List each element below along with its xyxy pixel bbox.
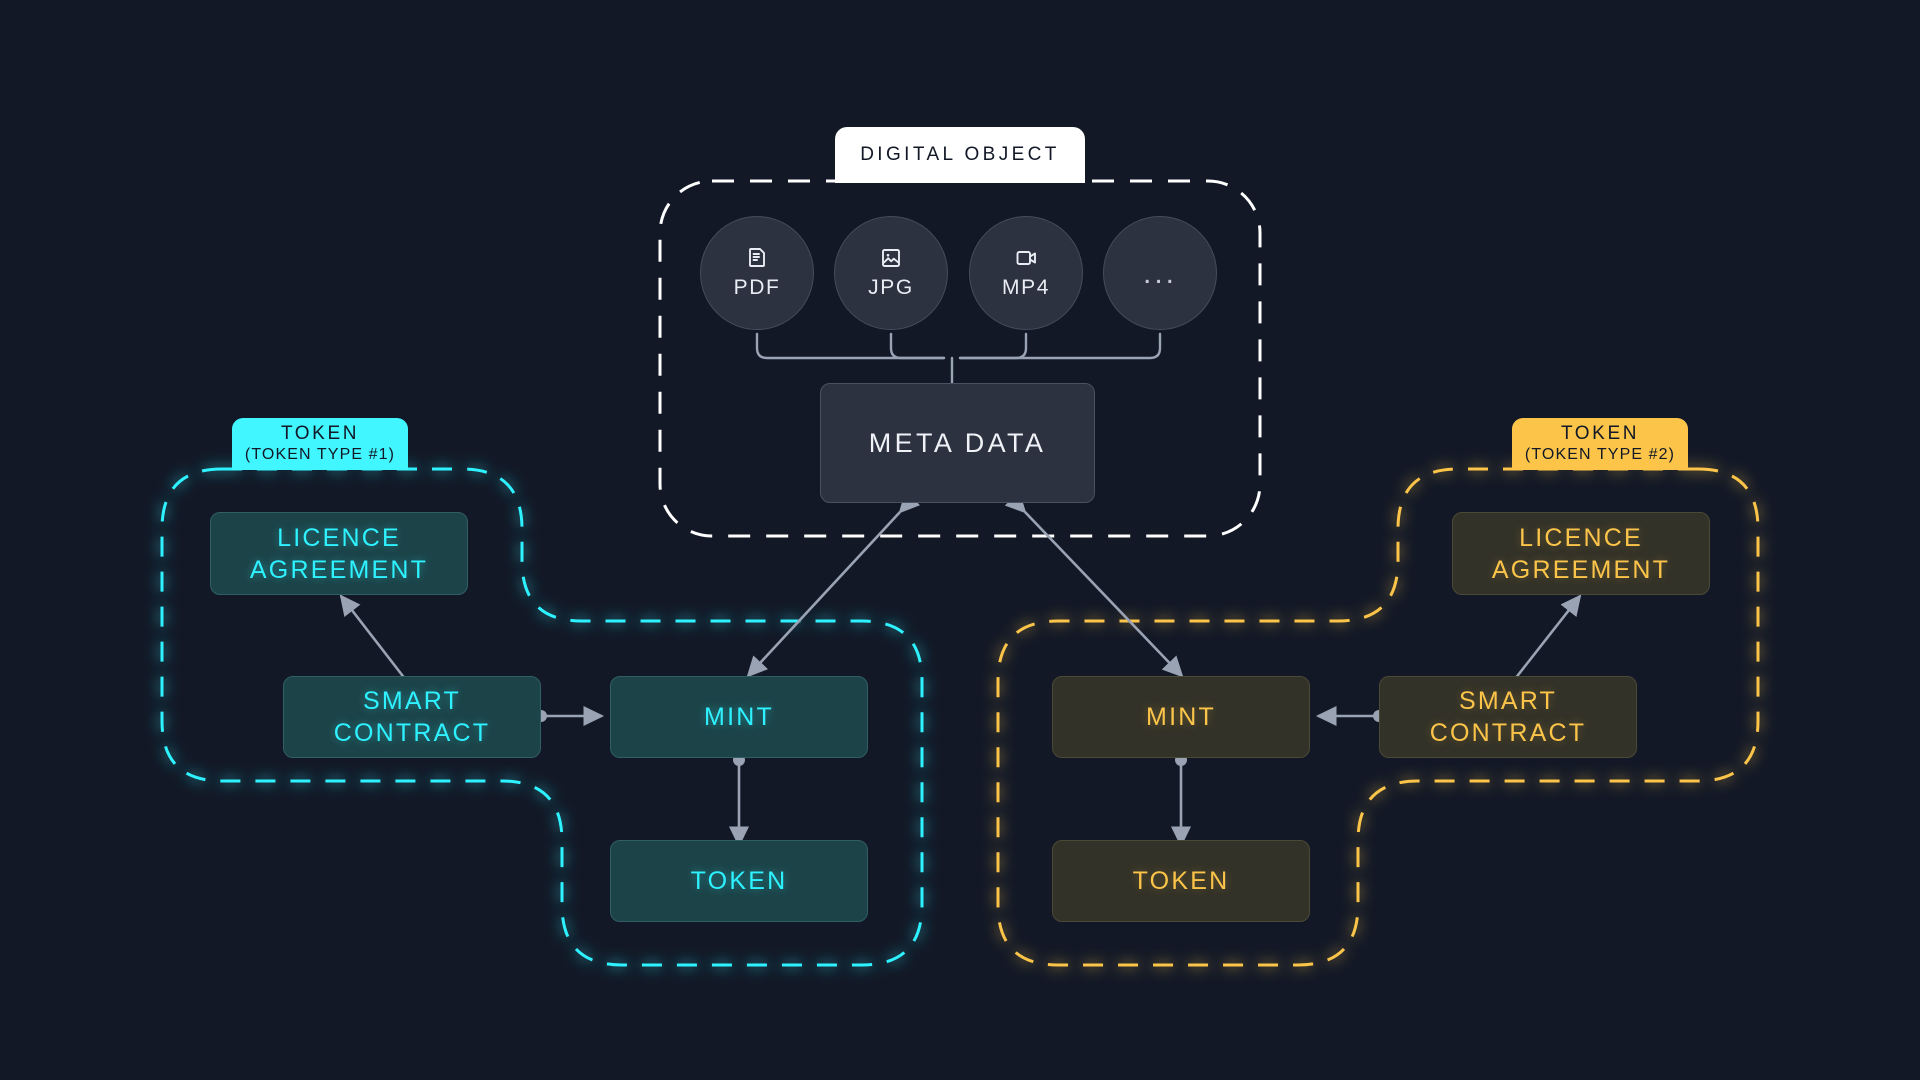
format-label-mp4: MP4 [1002, 276, 1050, 299]
video-icon [1014, 246, 1039, 270]
token-type-2-badge-subtitle: (TOKEN TYPE #2) [1524, 445, 1676, 463]
mint-node-2[interactable]: MINT [1052, 676, 1310, 758]
digital-object-badge-label: DIGITAL OBJECT [860, 144, 1060, 165]
licence-agreement-node-2[interactable]: LICENCE AGREEMENT [1452, 512, 1710, 595]
meta-data-node[interactable]: META DATA [820, 383, 1095, 503]
smart-contract-label-line1: SMART [1458, 687, 1558, 715]
licence-agreement-node-1[interactable]: LICENCE AGREEMENT [210, 512, 468, 595]
smart-contract-node-2[interactable]: SMART CONTRACT [1379, 676, 1637, 758]
token-label: TOKEN [1132, 867, 1230, 895]
format-circle-more[interactable]: ... [1103, 216, 1217, 330]
token-node-2[interactable]: TOKEN [1052, 840, 1310, 922]
token-type-1-badge-subtitle: (TOKEN TYPE #1) [244, 445, 396, 463]
mint-node-1[interactable]: MINT [610, 676, 868, 758]
arrow-metadata-mint-1 [746, 491, 921, 678]
format-label-pdf: PDF [733, 276, 781, 299]
format-circle-pdf[interactable]: PDF [700, 216, 814, 330]
image-icon [879, 246, 903, 270]
token-label: TOKEN [690, 867, 788, 895]
licence-agreement-label-line2: AGREEMENT [249, 555, 429, 584]
arrow-sc-to-licence-2 [1509, 594, 1582, 685]
arrow-metadata-mint-2 [1004, 491, 1184, 678]
format-label-jpg: JPG [868, 276, 914, 299]
diagram-canvas: DIGITAL OBJECT PDF JPG MP4 ... META DATA… [0, 0, 1920, 1080]
smart-contract-label-line2: CONTRACT [333, 719, 491, 747]
document-icon [745, 246, 769, 270]
digital-object-badge: DIGITAL OBJECT [835, 127, 1085, 183]
smart-contract-label-line2: CONTRACT [1429, 719, 1587, 747]
token-type-2-badge: TOKEN (TOKEN TYPE #2) [1512, 418, 1688, 470]
mint-label: MINT [1146, 703, 1216, 731]
format-circle-jpg[interactable]: JPG [834, 216, 948, 330]
meta-data-label: META DATA [868, 427, 1047, 458]
token-type-1-badge-title: TOKEN [280, 422, 360, 444]
token-type-2-badge-title: TOKEN [1560, 422, 1640, 444]
smart-contract-node-1[interactable]: SMART CONTRACT [283, 676, 541, 758]
token-node-1[interactable]: TOKEN [610, 840, 868, 922]
smart-contract-label-line1: SMART [362, 687, 462, 715]
format-circle-mp4[interactable]: MP4 [969, 216, 1083, 330]
arrow-sc-to-licence-1 [339, 594, 411, 685]
ellipsis-icon: ... [1142, 256, 1177, 290]
licence-agreement-label-line1: LICENCE [277, 523, 401, 552]
token-type-1-badge: TOKEN (TOKEN TYPE #1) [232, 418, 408, 470]
mint-label: MINT [704, 703, 774, 731]
licence-agreement-label-line1: LICENCE [1519, 523, 1643, 552]
licence-agreement-label-line2: AGREEMENT [1491, 555, 1671, 584]
